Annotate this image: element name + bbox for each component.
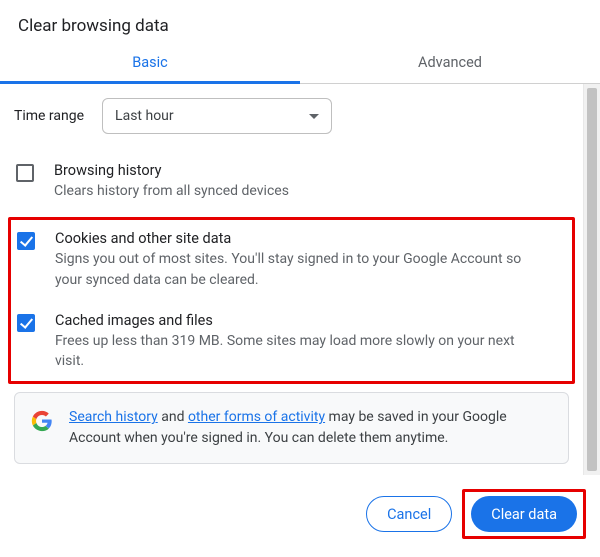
google-logo-icon bbox=[31, 410, 53, 432]
checkbox-cookies[interactable] bbox=[17, 232, 35, 250]
option-desc: Signs you out of most sites. You'll stay… bbox=[55, 249, 545, 290]
scrollbar[interactable] bbox=[583, 84, 600, 475]
time-range-value: Last hour bbox=[115, 108, 174, 124]
option-desc: Clears history from all synced devices bbox=[54, 181, 289, 201]
scrollbar-thumb[interactable] bbox=[587, 88, 597, 471]
clear-data-button[interactable]: Clear data bbox=[471, 496, 577, 532]
dropdown-caret-icon bbox=[309, 114, 319, 119]
option-text: Cookies and other site data Signs you ou… bbox=[55, 230, 545, 290]
content-area: Time range Last hour Browsing history Cl… bbox=[0, 84, 583, 475]
checkbox-cache[interactable] bbox=[17, 314, 35, 332]
cancel-button[interactable]: Cancel bbox=[366, 496, 452, 532]
annotation-highlight-options: Cookies and other site data Signs you ou… bbox=[8, 217, 575, 384]
tabs: Basic Advanced bbox=[0, 42, 600, 84]
annotation-highlight-clear: Clear data bbox=[462, 489, 586, 539]
tab-basic[interactable]: Basic bbox=[0, 42, 300, 84]
option-text: Browsing history Clears history from all… bbox=[54, 162, 289, 201]
option-title: Cookies and other site data bbox=[55, 230, 545, 247]
option-title: Browsing history bbox=[54, 162, 289, 179]
option-text: Cached images and files Frees up less th… bbox=[55, 312, 545, 372]
option-desc: Frees up less than 319 MB. Some sites ma… bbox=[55, 331, 545, 372]
link-search-history[interactable]: Search history bbox=[69, 409, 158, 425]
time-range-select[interactable]: Last hour bbox=[102, 98, 332, 134]
time-range-label: Time range bbox=[14, 108, 84, 124]
tab-advanced[interactable]: Advanced bbox=[300, 42, 600, 83]
clear-browsing-data-dialog: Clear browsing data Basic Advanced Time … bbox=[0, 0, 600, 557]
time-range-row: Time range Last hour bbox=[14, 98, 569, 134]
info-text-fragment: and bbox=[158, 409, 188, 425]
google-account-info: Search history and other forms of activi… bbox=[14, 392, 569, 464]
option-browsing-history: Browsing history Clears history from all… bbox=[14, 156, 569, 217]
dialog-body: Time range Last hour Browsing history Cl… bbox=[0, 84, 600, 475]
info-text: Search history and other forms of activi… bbox=[69, 407, 552, 449]
option-title: Cached images and files bbox=[55, 312, 545, 329]
dialog-footer: Cancel Clear data bbox=[0, 475, 600, 557]
option-cookies: Cookies and other site data Signs you ou… bbox=[15, 224, 568, 306]
link-other-activity[interactable]: other forms of activity bbox=[188, 409, 325, 425]
dialog-title: Clear browsing data bbox=[0, 0, 600, 42]
option-cache: Cached images and files Frees up less th… bbox=[15, 306, 568, 380]
checkbox-browsing-history[interactable] bbox=[16, 164, 34, 182]
